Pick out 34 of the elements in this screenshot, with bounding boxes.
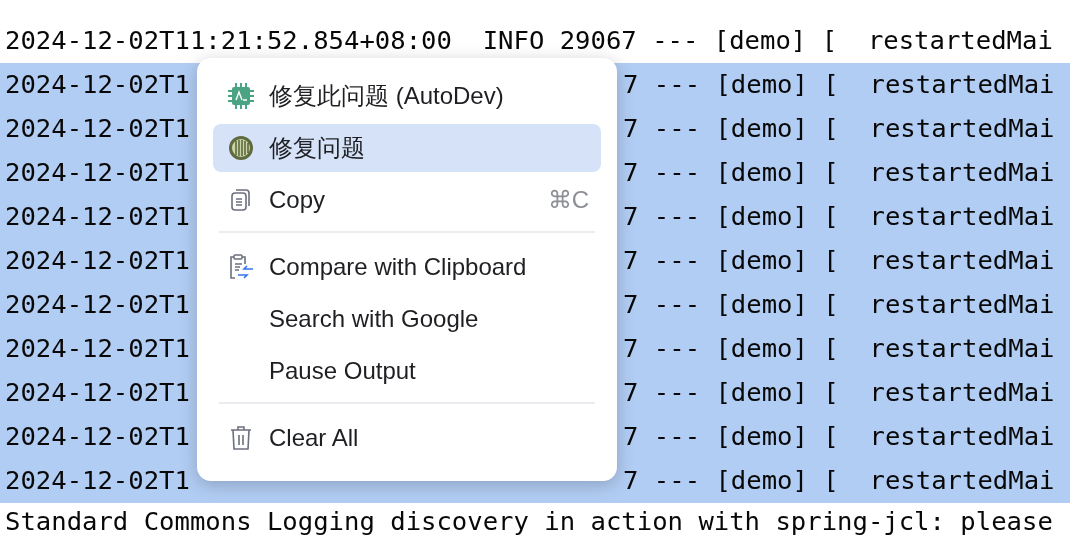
log-line-text: 7 --- [demo] [ restartedMai xyxy=(623,158,1055,188)
menu-item[interactable]: Search with Google xyxy=(213,295,601,343)
log-line-text: 2024-12-02T1 xyxy=(5,378,190,408)
log-line-text: 7 --- [demo] [ restartedMai xyxy=(623,290,1055,320)
log-line-text: 7 --- [demo] [ restartedMai xyxy=(623,466,1055,496)
log-line-text: Standard Commons Logging discovery in action with spring-jcl: please xyxy=(5,506,1053,537)
log-line-text: 2024-12-02T1 xyxy=(5,290,190,320)
log-line-text: 2024-12-02T1 xyxy=(5,246,190,276)
log-line-text: 2024-12-02T1 xyxy=(5,202,190,232)
menu-item[interactable]: Copy ⌘C xyxy=(213,176,601,224)
log-line-text: 2024-12-02T1 xyxy=(5,70,190,100)
menu-item[interactable]: Compare with Clipboard xyxy=(213,243,601,291)
menu-item[interactable]: 修复问题 xyxy=(213,124,601,172)
log-line-text: 2024-12-02T1 xyxy=(5,334,190,364)
menu-item[interactable]: Pause Output xyxy=(213,347,601,395)
log-line-text: 7 --- [demo] [ restartedMai xyxy=(623,334,1055,364)
log-line-text: 7 --- [demo] [ restartedMai xyxy=(623,70,1055,100)
log-line-text: 7 --- [demo] [ restartedMai xyxy=(623,378,1055,408)
log-line-text: 7 --- [demo] [ restartedMai xyxy=(623,422,1055,452)
log-line-text: 2024-12-02T1 xyxy=(5,422,190,452)
log-line-text: 2024-12-02T1 xyxy=(5,158,190,188)
trash-icon xyxy=(229,425,253,451)
menu-item[interactable]: 修复此问题 (AutoDev) xyxy=(213,72,601,120)
log-line-text: 2024-12-02T1 xyxy=(5,466,190,496)
compare-clipboard-icon xyxy=(228,254,254,280)
copy-icon xyxy=(230,188,252,212)
round-logo-icon xyxy=(228,135,254,161)
log-line-text: 7 --- [demo] [ restartedMai xyxy=(623,114,1055,144)
log-line-text: 7 --- [demo] [ restartedMai xyxy=(623,202,1055,232)
log-line-text: 2024-12-02T11:21:52.854+08:00 INFO 29067 --- [demo] [ restartedMai xyxy=(5,26,1053,56)
log-line-text: 7 --- [demo] [ restartedMai xyxy=(623,246,1055,276)
log-line-text: 2024-12-02T1 xyxy=(5,114,190,144)
menu-item[interactable]: Clear All xyxy=(213,414,601,462)
chip-icon xyxy=(228,83,254,109)
